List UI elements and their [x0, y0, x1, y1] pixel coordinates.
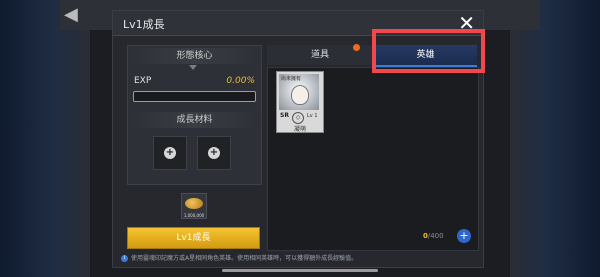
add-button[interactable]: + [457, 229, 471, 243]
core-section-label: 形態核心 [128, 48, 261, 64]
dialog-title: Lv1成長 [123, 18, 165, 31]
info-icon: i [121, 255, 128, 262]
materials-section-label: 成長材料 [128, 112, 261, 128]
element-icon: ◇ [292, 112, 304, 124]
info-bar: i 使用靈魂印記魔方或A星相同角色英雄。使用相同英雄時，可以獲得額外成長經驗值。 [121, 253, 477, 265]
hero-name: 凝萌 [293, 126, 306, 133]
card-status-text: 尚未擁有 [281, 76, 302, 82]
exp-percent: 0.00% [226, 76, 255, 86]
count-max: /400 [427, 232, 444, 240]
back-arrow-icon: ◀ [64, 4, 78, 25]
gold-count: 1,000,000 [183, 213, 205, 218]
core-panel: 形態核心 EXP 0.00% 成長材料 + + [127, 45, 262, 185]
hero-card[interactable]: 尚未擁有 SR ◇ Lv 1 凝萌 [276, 71, 324, 133]
hero-face-image [291, 85, 309, 105]
triangle-down-icon [189, 65, 197, 70]
plus-icon: + [208, 147, 220, 159]
highlight-box [372, 29, 485, 73]
gold-cost-item: 1,000,000 [181, 193, 207, 219]
background-left-decoration [0, 0, 90, 277]
selection-count: 0/400 [423, 232, 444, 240]
hero-list: 尚未擁有 SR ◇ Lv 1 凝萌 [267, 67, 479, 251]
info-text: 使用靈魂印記魔方或A星相同角色英雄。使用相同英雄時，可以獲得額外成長經驗值。 [131, 255, 358, 262]
notification-dot [353, 44, 360, 51]
plus-icon: + [164, 147, 176, 159]
exp-label: EXP [134, 76, 152, 86]
hero-portrait: 尚未擁有 [279, 74, 319, 110]
material-slot-1[interactable]: + [153, 136, 187, 170]
hero-rank: SR [280, 112, 289, 119]
level-up-button[interactable]: Lv1成長 [127, 227, 260, 249]
gold-coin-icon [185, 198, 203, 209]
home-indicator [222, 269, 378, 272]
exp-progress-bar [133, 91, 256, 102]
material-slot-2[interactable]: + [197, 136, 231, 170]
background-right-decoration [510, 0, 600, 277]
hero-level: Lv 1 [307, 113, 318, 119]
